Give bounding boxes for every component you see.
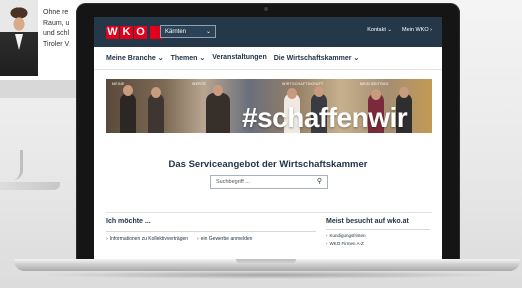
search-icon[interactable]: ⚲: [317, 176, 322, 188]
meist-besucht: Meist besucht auf wko.at › Kundigungsfris…: [326, 218, 434, 246]
my-wko-link[interactable]: Mein WKO ›: [402, 27, 432, 33]
hero-person-head: [123, 85, 133, 96]
background-panel: [0, 80, 80, 98]
region-select-value: Kärnten: [165, 29, 187, 35]
laptop-screen: W K O Kärnten ⌄ Kontakt ⌄ Mein WKO › Mei…: [94, 17, 442, 261]
search-placeholder: Suchbegriff ...: [216, 179, 250, 185]
laptop-bezel: W K O Kärnten ⌄ Kontakt ⌄ Mein WKO › Mei…: [76, 3, 460, 261]
chevron-down-icon: ⌄: [205, 29, 211, 35]
hero-hashtag: #schaffenwir: [242, 102, 408, 133]
nav-item-themen[interactable]: Themen ⌄: [171, 54, 206, 62]
meist-besucht-item[interactable]: › Kundigungsfristen: [326, 233, 434, 238]
hero-person-head: [371, 89, 381, 100]
site-header: W K O Kärnten ⌄ Kontakt ⌄ Mein WKO ›: [94, 17, 442, 47]
nav-item-die-wirtschaftskammer[interactable]: Die Wirtschaftskammer ⌄: [274, 54, 360, 62]
hero-panel-label: MEINE: [112, 82, 125, 86]
background-stand: [0, 150, 23, 180]
hero-panel-label: WERTE: [192, 82, 207, 86]
nav-item-veranstaltungen[interactable]: Veranstaltungen: [212, 54, 266, 62]
laptop-shadow: [40, 271, 500, 279]
service-title: Das Serviceangebot der Wirtschaftskammer: [168, 159, 368, 170]
hero-person-head: [287, 88, 297, 99]
hero-person: [120, 93, 136, 133]
arrow-right-icon: ›: [326, 241, 328, 246]
contact-link[interactable]: Kontakt ⌄: [367, 27, 392, 33]
hero-person: [206, 93, 230, 133]
hero-panel-label: MEIN BEITRAG: [360, 82, 389, 86]
hero-person: [148, 93, 164, 133]
wko-logo[interactable]: W K O: [106, 25, 164, 39]
laptop-notch: [236, 259, 296, 264]
meist-besucht-divider: [326, 229, 430, 230]
arrow-right-icon: ›: [197, 236, 199, 242]
hero-person-head: [314, 86, 324, 97]
webcam: [264, 7, 268, 11]
nav-item-meine-branche[interactable]: Meine Branche ⌄: [106, 54, 164, 62]
ich-moechte-divider: [106, 231, 316, 232]
portrait-photo: [0, 0, 38, 76]
top-links: Kontakt ⌄ Mein WKO ›: [367, 27, 432, 33]
link-kollektivvertraege[interactable]: › Informationen zu Kollektivverträgen: [106, 236, 188, 242]
main-navigation: Meine Branche ⌄ Themen ⌄ Veranstaltungen…: [106, 54, 359, 62]
section-divider: [106, 212, 432, 213]
meist-besucht-title: Meist besucht auf wko.at: [326, 218, 409, 225]
hero-person-head: [213, 85, 223, 96]
background-stand-foot: [0, 182, 60, 190]
hero-person-head: [151, 87, 161, 98]
hero-person-head: [399, 87, 409, 98]
arrow-right-icon: ›: [326, 233, 328, 238]
nav-divider: [94, 69, 442, 70]
meist-besucht-item[interactable]: › WKO Firmen A-Z: [326, 241, 434, 246]
arrow-right-icon: ›: [106, 236, 108, 242]
ich-moechte-title: Ich möchte ...: [106, 218, 151, 225]
laptop-base: [14, 259, 520, 271]
region-select[interactable]: Kärnten ⌄: [160, 25, 216, 38]
ich-moechte-links: › Informationen zu Kollektivverträgen › ei…: [106, 236, 252, 242]
background-article: Ohne re Raum, u und schl Tiroler V: [0, 0, 80, 80]
link-gewerbe-anmelden[interactable]: › ein Gewerbe anmelden: [197, 236, 252, 242]
search-input[interactable]: Suchbegriff ... ⚲: [210, 175, 328, 189]
